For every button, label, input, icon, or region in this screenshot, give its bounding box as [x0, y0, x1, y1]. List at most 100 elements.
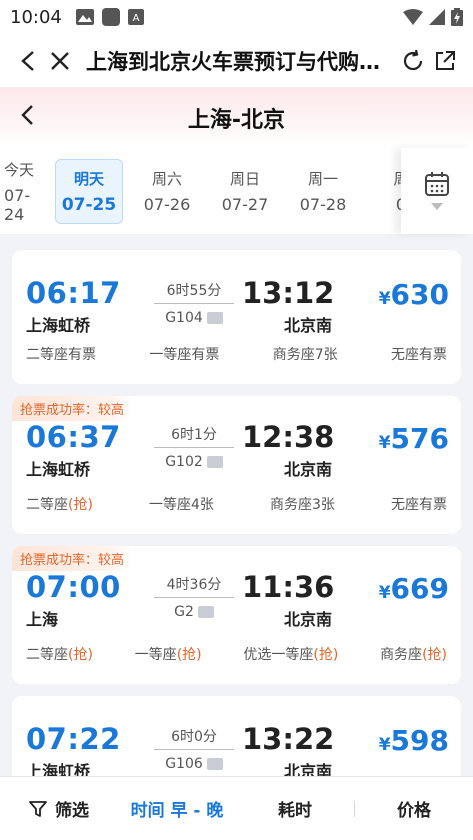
seat-status-grab: (抢) [176, 647, 202, 663]
chevron-left-icon [21, 50, 34, 71]
seat-info: 优选一等座(抢) [243, 644, 338, 664]
train-card[interactable]: 抢票成功率：较高 06:37 上海虹桥 6时1分 G102 12:38 北京南 … [12, 396, 461, 534]
seat-status-grab: (抢) [68, 647, 93, 663]
arrival-time: 12:38 [242, 420, 335, 454]
status-bar: 10:04 A [0, 0, 473, 34]
arrival-station: 北京南 [283, 460, 332, 479]
page-back-button[interactable] [20, 104, 34, 130]
webview-title: 上海到北京火车票预订与代购… [86, 49, 380, 74]
back-button[interactable] [12, 45, 44, 77]
currency: ¥ [378, 289, 391, 309]
arrival-station: 北京南 [283, 316, 332, 335]
train-number: G104 [165, 310, 203, 326]
sort-time-label: 时间 早 - 晚 [130, 801, 224, 821]
filter-button[interactable]: 筛选 [0, 796, 118, 821]
svg-text:A: A [132, 13, 139, 24]
date-tab-date: 07-28 [299, 195, 347, 214]
seat-row: 二等座有票 一等座有票 商务座7张 无座有票 [26, 344, 447, 364]
date-tab[interactable]: 周日 07-27 [206, 148, 284, 234]
seat-name: 二等座 [26, 647, 68, 663]
date-tab-day: 今天 [4, 160, 35, 179]
date-tab-day: 周六 [151, 170, 182, 188]
train-card[interactable]: 抢票成功率：较高 07:00 上海 4时36分 G2 11:36 北京南 ¥66… [12, 546, 461, 684]
departure-station: 上海虹桥 [26, 460, 91, 479]
seat-info: 一等座4张 [149, 494, 214, 514]
duration: 4时36分 [154, 574, 234, 598]
signal-icon [429, 9, 445, 25]
date-tab-day: 周一 [307, 170, 338, 188]
date-tab-today[interactable]: 今天 07-24 [0, 148, 50, 234]
arrival-station: 北京南 [283, 610, 332, 629]
seat-row: 二等座(抢) 一等座4张 商务座3张 无座有票 [26, 494, 447, 514]
sort-by-price-button[interactable]: 价格 [355, 796, 473, 821]
app-square-icon [101, 8, 120, 26]
date-tab[interactable]: 周一 07-28 [284, 148, 362, 234]
sort-by-duration-button[interactable]: 耗时 [236, 796, 354, 821]
arrival-time: 13:12 [242, 276, 335, 310]
seat-name: 优选一等座 [243, 647, 314, 663]
seat-name: 一等座 [134, 647, 177, 663]
font-a-icon: A [127, 9, 144, 25]
departure-time: 06:37 [26, 420, 121, 454]
seat-info: 商务座(抢) [380, 644, 447, 664]
currency: ¥ [378, 583, 391, 603]
departure-time: 07:00 [26, 570, 121, 604]
seat-name: 商务座 [269, 497, 312, 513]
sort-by-time-button[interactable]: 时间 早 - 晚 [118, 796, 236, 821]
seat-status-grab: (抢) [313, 647, 339, 663]
currency: ¥ [378, 433, 391, 453]
seat-name: 无座 [390, 497, 419, 513]
seat-name: 二等座 [26, 497, 68, 513]
seat-name: 二等座 [26, 347, 68, 363]
departure-station: 上海虹桥 [26, 316, 91, 335]
price: ¥576 [332, 420, 449, 480]
seat-info: 商务座7张 [273, 344, 338, 364]
close-icon [51, 51, 69, 70]
seat-name: 一等座 [149, 497, 191, 513]
arrival-time: 13:22 [242, 722, 335, 756]
seat-name: 商务座 [272, 347, 315, 363]
success-rate-badge: 抢票成功率：较高 [12, 546, 133, 571]
refresh-button[interactable] [397, 45, 429, 77]
seat-status: 有票 [418, 497, 447, 513]
calendar-button[interactable] [401, 148, 473, 234]
train-card[interactable]: 07:22 上海虹桥 6时0分 G106 13:22 北京南 ¥598 [12, 696, 461, 776]
price: ¥669 [332, 570, 449, 630]
id-card-icon [206, 312, 223, 324]
price-value: 576 [390, 422, 449, 455]
train-number: G2 [174, 604, 194, 620]
seat-info: 一等座有票 [149, 344, 219, 364]
filter-label: 筛选 [55, 801, 89, 821]
departure-time: 06:17 [26, 276, 121, 310]
date-tab-date: 07-27 [221, 195, 269, 214]
sort-price-label: 价格 [397, 801, 431, 821]
webview-header: 上海到北京火车票预订与代购… [0, 34, 473, 88]
share-button[interactable] [429, 45, 461, 77]
train-list: 06:17 上海虹桥 6时55分 G104 13:12 北京南 ¥630 二等座… [0, 234, 473, 776]
price: ¥630 [332, 276, 449, 336]
route-title: 上海-北京 [187, 108, 286, 133]
price-value: 669 [390, 572, 449, 605]
train-number: G106 [165, 756, 203, 772]
refresh-icon [403, 49, 423, 70]
seat-status: 有票 [419, 347, 447, 363]
date-tab-selected[interactable]: 明天 07-25 [50, 148, 128, 234]
wifi-icon [403, 9, 423, 25]
currency: ¥ [378, 735, 391, 755]
close-button[interactable] [44, 45, 76, 77]
gallery-icon [75, 9, 94, 25]
seat-row: 二等座(抢) 一等座(抢) 优选一等座(抢) 商务座(抢) [26, 644, 447, 664]
price-value: 598 [390, 724, 449, 757]
seat-status: 有票 [68, 347, 96, 363]
train-card[interactable]: 06:17 上海虹桥 6时55分 G104 13:12 北京南 ¥630 二等座… [12, 250, 461, 384]
price-value: 630 [390, 278, 449, 311]
share-icon [436, 50, 455, 70]
seat-status-grab: (抢) [422, 647, 447, 663]
departure-station: 上海 [26, 610, 59, 629]
calendar-icon [425, 172, 449, 196]
seat-status: 4张 [191, 497, 214, 513]
date-tab[interactable]: 周六 07-26 [128, 148, 206, 234]
seat-info: 无座有票 [391, 344, 447, 364]
date-tab-day: 周日 [229, 170, 260, 188]
bottom-sort-bar: 筛选 时间 早 - 晚 耗时 价格 [0, 776, 473, 840]
